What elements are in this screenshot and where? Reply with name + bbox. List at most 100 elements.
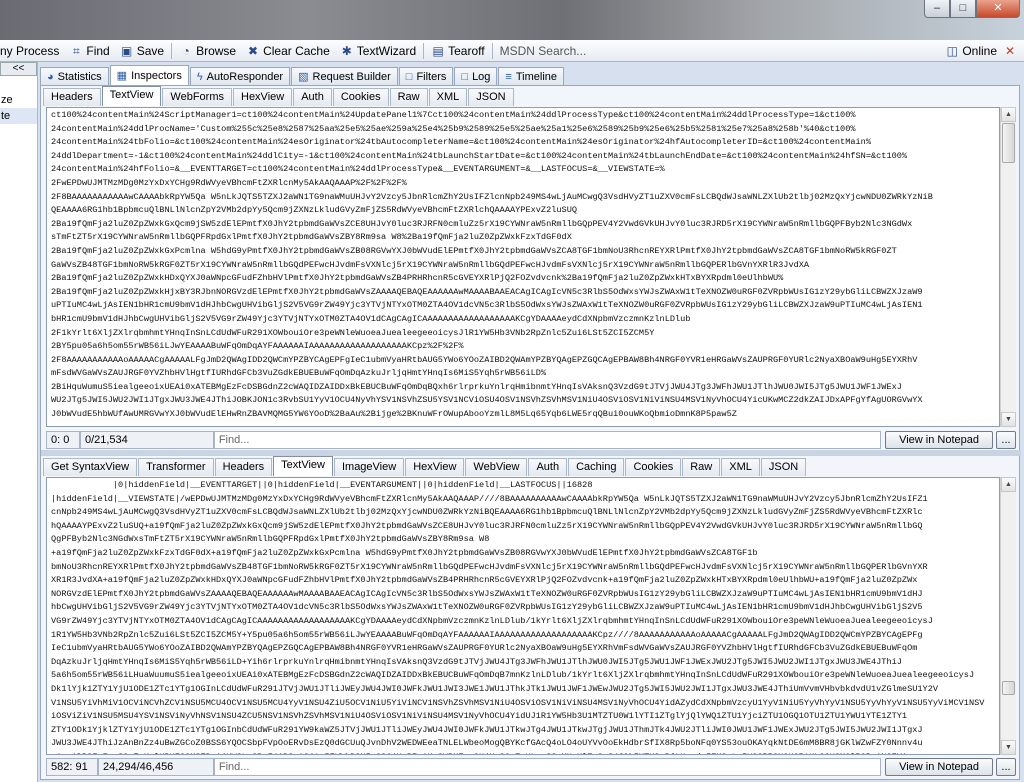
toolbar-tearoff-button[interactable]: ▤ Tearoff	[426, 44, 489, 58]
request-tab-cookies[interactable]: Cookies	[332, 88, 389, 106]
response-char-count: 24,294/46,456	[97, 758, 214, 776]
timeline-icon: ≡	[505, 70, 512, 83]
scroll-down-button[interactable]: ▼	[1001, 412, 1016, 427]
text-line: 1R1YW5Hb3VNb2RpZnlc5Zui6LSt5ZCI5ZCM5Y+Y5…	[51, 629, 923, 640]
text-line: cnNpb249MS4wLjAuMCwgQ3VsdHVyZT1uZXV0cmFs…	[51, 507, 923, 518]
response-tab-hexview[interactable]: HexView	[405, 458, 465, 476]
request-tab-raw[interactable]: Raw	[389, 88, 428, 106]
online-indicator[interactable]: ◫ Online	[940, 44, 1002, 58]
text-line: V1NSU5YiVhMiV1OCViNCVhZCV1NSU5MCU4OCV1NS…	[51, 697, 985, 708]
request-scrollbar[interactable]: ▲ ▼	[1000, 107, 1016, 427]
tab-request-builder[interactable]: ▧ Request Builder	[291, 67, 398, 85]
request-view-in-notepad-button[interactable]: View in Notepad	[885, 431, 993, 449]
response-tab-imageview[interactable]: ImageView	[333, 458, 405, 476]
toolbar-close-button[interactable]: ✕	[1000, 44, 1020, 58]
response-more-button[interactable]: ...	[996, 758, 1016, 776]
text-line: 2F1kYrlt6XljZXlrqbmhmtYHnqInSnLCdUdWFuR2…	[51, 327, 655, 338]
session-list: << ze te	[0, 62, 38, 782]
request-status-row: 0: 0 0/21,534 Find... View in Notepad ..…	[46, 430, 1016, 450]
session-item[interactable]: ze	[0, 92, 37, 108]
text-line: mFsdWVGaWVsZAUJRGF0YVZhbHVlHgtfIURhdGFCb…	[51, 368, 547, 379]
response-scrollbar[interactable]: ▲ ▼	[1000, 477, 1016, 755]
text-line: 2BY5pu05a6h5om55rWB56iLJwYEAAAABuWFqOmDq…	[51, 341, 464, 352]
scroll-thumb[interactable]	[1002, 123, 1015, 163]
scroll-thumb[interactable]	[1002, 681, 1015, 695]
response-tab-textview[interactable]: TextView	[273, 456, 333, 476]
minimize-button[interactable]: –	[924, 0, 950, 18]
toolbar-separator	[423, 42, 425, 59]
response-tab-webview[interactable]: WebView	[465, 458, 528, 476]
response-tab-transformer[interactable]: Transformer	[138, 458, 214, 476]
request-tab-webforms[interactable]: WebForms	[162, 88, 232, 106]
response-tab-caching[interactable]: Caching	[568, 458, 625, 476]
request-tab-auth[interactable]: Auth	[293, 88, 332, 106]
wizard-icon: ✱	[341, 43, 352, 58]
tab-log[interactable]: □ Log	[454, 67, 498, 85]
response-tab-auth[interactable]: Auth	[528, 458, 568, 476]
top-tabs: ◕ Statistics ▦ Inspectors ϟ AutoResponder ▧…	[38, 65, 565, 85]
collapse-button[interactable]: <<	[0, 62, 37, 76]
text-line: 2Ba19fQmFja2luZ0ZpZWxkGxPcmlna W5hdG9yPm…	[51, 245, 897, 256]
text-line: 5a6h5om55rWB56iLHuaWuumuS5iealgeeoixUEAi…	[51, 670, 975, 681]
request-more-button[interactable]: ...	[996, 431, 1016, 449]
close-window-button[interactable]: ✕	[976, 0, 1020, 18]
session-item-selected[interactable]: te	[0, 108, 37, 124]
text-line: 2Ba19fQmFja2luZ0ZpZWxkHjxBY3RJbnNORGVzdE…	[51, 286, 923, 297]
response-tab-json[interactable]: JSON	[760, 458, 807, 476]
toolbar-find-button[interactable]: ⌗ Find	[64, 44, 114, 58]
request-tab-headers[interactable]: Headers	[43, 88, 101, 106]
text-line: ct100%24contentMain%24ScriptManager1=ct1…	[51, 110, 856, 120]
text-line: IeC1ubmVyaHRtbAUG5YWo6YOoZAIBD2QWAmYPZBY…	[51, 643, 918, 654]
request-tab-xml[interactable]: XML	[428, 88, 468, 106]
scroll-up-button[interactable]: ▲	[1001, 477, 1016, 492]
scroll-down-button[interactable]: ▼	[1001, 740, 1016, 755]
tab-timeline[interactable]: ≡ Timeline	[498, 67, 565, 85]
toolbar-save-button[interactable]: ▣ Save	[115, 44, 169, 58]
main-area: ◕ Statistics ▦ Inspectors ϟ AutoResponder ▧…	[38, 62, 1024, 782]
response-status-row: 582: 91 24,294/46,456 Find... View in No…	[46, 757, 1016, 777]
tab-autoresponder[interactable]: ϟ AutoResponder	[189, 67, 291, 85]
text-line: 2BiHquWumuS5iealgeeoixUEAi0xATEBMgEzFcDS…	[51, 381, 902, 392]
response-find-input[interactable]: Find...	[213, 758, 882, 776]
tab-inspectors[interactable]: ▦ Inspectors	[109, 65, 189, 85]
toolbar-any-process[interactable]: ny Process	[0, 44, 64, 58]
response-tab-raw[interactable]: Raw	[682, 458, 721, 476]
text-line: 2Ba19fQmFja2luZ0ZpZWxkHDxQYXJ0aWNpcGFudF…	[51, 273, 784, 284]
request-tab-json[interactable]: JSON	[468, 88, 514, 106]
response-tab-headers[interactable]: Headers	[214, 458, 273, 476]
maximize-button[interactable]: □	[950, 0, 976, 18]
msdn-search-input[interactable]: MSDN Search...	[495, 44, 592, 58]
text-line: 2F8BAAAAAAAAAAAwCAAAAbkRpYW5Qa W5nLkJQTS…	[51, 191, 933, 202]
request-char-count: 0/21,534	[79, 431, 214, 449]
response-view-in-notepad-button[interactable]: View in Notepad	[885, 758, 994, 776]
clear-cache-icon: ✖	[248, 43, 259, 58]
request-tab-textview[interactable]: TextView	[101, 86, 162, 106]
toolbar-clear-cache-button[interactable]: ✖ Clear Cache	[241, 44, 335, 58]
session-item[interactable]	[0, 76, 37, 92]
tab-statistics[interactable]: ◕ Statistics	[40, 67, 109, 85]
text-line: 24contentMain%24ddlProcName='Custom%255c…	[51, 123, 856, 134]
text-line: |hiddenField|__VIEWSTATE|/wEPDwUJMTMzMDg…	[51, 493, 928, 504]
response-tab-syntaxview[interactable]: Get SyntaxView	[43, 458, 138, 476]
tearoff-icon: ▤	[432, 43, 444, 58]
request-tabs: Headers TextView WebForms HexView Auth C…	[43, 86, 514, 106]
globe-icon: ◔	[182, 43, 190, 58]
request-text[interactable]: ct100%24contentMain%24ScriptManager1=ct1…	[46, 107, 1000, 427]
main-toolbar: ny Process ⌗ Find ▣ Save ◔ Browse ✖ Clear Ca…	[0, 40, 1024, 62]
text-line: VG9rZW49Yjc3YTVjNTYxOTM0ZTA4OV1dCAgCAgIC…	[51, 615, 933, 626]
response-tab-xml[interactable]: XML	[721, 458, 760, 476]
text-line: hQAAAAYPExvZ2luSUQ+a19fQmFja2luZ0ZpZWxkG…	[51, 520, 923, 531]
tab-filters[interactable]: □ Filters	[398, 67, 454, 85]
toolbar-browse-button[interactable]: ◔ Browse	[174, 44, 241, 58]
request-find-input[interactable]: Find...	[213, 431, 882, 449]
request-cursor-position: 0: 0	[46, 431, 80, 449]
window-titlebar: – □ ✕	[0, 0, 1024, 40]
text-line: 24contentMain%24hfFolio=&__EVENTTARGET=c…	[51, 164, 665, 175]
toolbar-textwizard-button[interactable]: ✱ TextWizard	[335, 44, 421, 58]
text-line: DqAzkuJrljqHmtYHnqIs6MiS5Yqh5rWB56iLD+Yi…	[51, 656, 902, 667]
response-tabs: Get SyntaxView Transformer Headers TextV…	[43, 456, 807, 476]
scroll-up-button[interactable]: ▲	[1001, 107, 1016, 122]
request-tab-hexview[interactable]: HexView	[233, 88, 293, 106]
response-tab-cookies[interactable]: Cookies	[625, 458, 682, 476]
response-text[interactable]: |0|hiddenField|__EVENTTARGET||0|hiddenFi…	[46, 477, 1000, 755]
